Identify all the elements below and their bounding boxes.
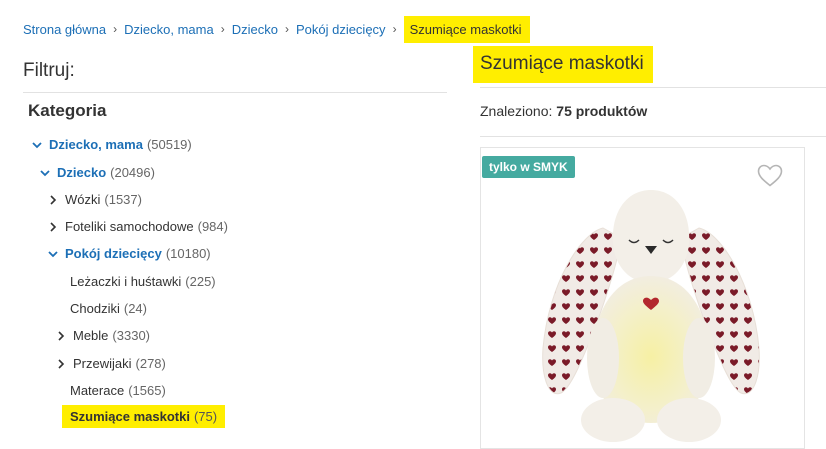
results-count-value: 75 produktów [556,103,648,119]
category-lezaczki[interactable]: Leżaczki i huśtawki (225) [70,274,216,289]
heart-outline-icon[interactable] [757,164,783,188]
category-label: Przewijaki [73,356,132,371]
breadcrumb-separator: › [113,22,118,36]
category-foteliki[interactable]: Foteliki samochodowe (984) [48,219,228,234]
category-count: (984) [197,219,228,234]
category-count: (20496) [110,165,155,180]
category-label: Dziecko, mama [49,137,143,152]
category-label: Dziecko [57,165,107,180]
divider [23,92,447,93]
category-dziecko[interactable]: Dziecko (20496) [40,165,155,180]
breadcrumb-home[interactable]: Strona główna [23,22,106,37]
category-label: Chodziki [70,301,120,316]
category-pokoj-dzieciecy[interactable]: Pokój dziecięcy (10180) [48,246,211,261]
chevron-down-icon [40,168,50,178]
category-dziecko-mama[interactable]: Dziecko, mama (50519) [32,137,192,152]
breadcrumb-pokoj-dzieciecy[interactable]: Pokój dziecięcy [296,22,386,37]
chevron-right-icon [56,358,66,369]
breadcrumb-separator: › [220,22,225,36]
category-meble[interactable]: Meble (3330) [56,328,150,343]
category-label: Szumiące maskotki [70,409,190,424]
category-wozki[interactable]: Wózki (1537) [48,192,142,207]
category-count: (10180) [165,246,211,261]
category-chodziki[interactable]: Chodziki (24) [70,301,147,316]
exclusive-badge: tylko w SMYK [482,156,575,178]
divider [480,136,826,137]
breadcrumb: Strona główna › Dziecko, mama › Dziecko … [23,15,530,43]
category-label: Materace [70,383,125,398]
breadcrumb-dziecko[interactable]: Dziecko [232,22,278,37]
category-count: (1565) [128,383,166,398]
page-title: Szumiące maskotki [473,46,653,83]
category-label: Meble [73,328,109,343]
category-label: Foteliki samochodowe [65,219,194,234]
breadcrumb-dziecko-mama[interactable]: Dziecko, mama [124,22,214,37]
category-heading: Kategoria [28,101,107,120]
category-count: (278) [135,356,166,371]
category-count: (50519) [146,137,192,152]
category-count: (75) [193,409,218,424]
results-count-label: Znaleziono: [480,103,553,119]
chevron-right-icon [56,330,66,341]
results-count: Znaleziono: 75 produktów [480,103,647,119]
product-image[interactable] [531,188,771,443]
chevron-down-icon [32,140,42,150]
category-label: Leżaczki i huśtawki [70,274,182,289]
category-materace[interactable]: Materace (1565) [70,383,166,398]
category-label: Pokój dziecięcy [65,246,162,261]
category-count: (3330) [112,328,150,343]
breadcrumb-current: Szumiące maskotki [403,15,530,43]
chevron-right-icon [48,194,58,205]
divider [480,87,826,88]
category-przewijaki[interactable]: Przewijaki (278) [56,356,166,371]
category-count: (24) [123,301,147,316]
category-szumiace-maskotki[interactable]: Szumiące maskotki (75) [62,405,226,428]
filter-title: Filtruj: [23,60,75,81]
breadcrumb-separator: › [392,22,397,36]
category-count: (225) [185,274,216,289]
breadcrumb-separator: › [284,22,289,36]
product-card[interactable]: tylko w SMYK [480,147,805,449]
category-count: (1537) [104,192,142,207]
chevron-right-icon [48,221,58,232]
chevron-down-icon [48,249,58,259]
category-label: Wózki [65,192,101,207]
